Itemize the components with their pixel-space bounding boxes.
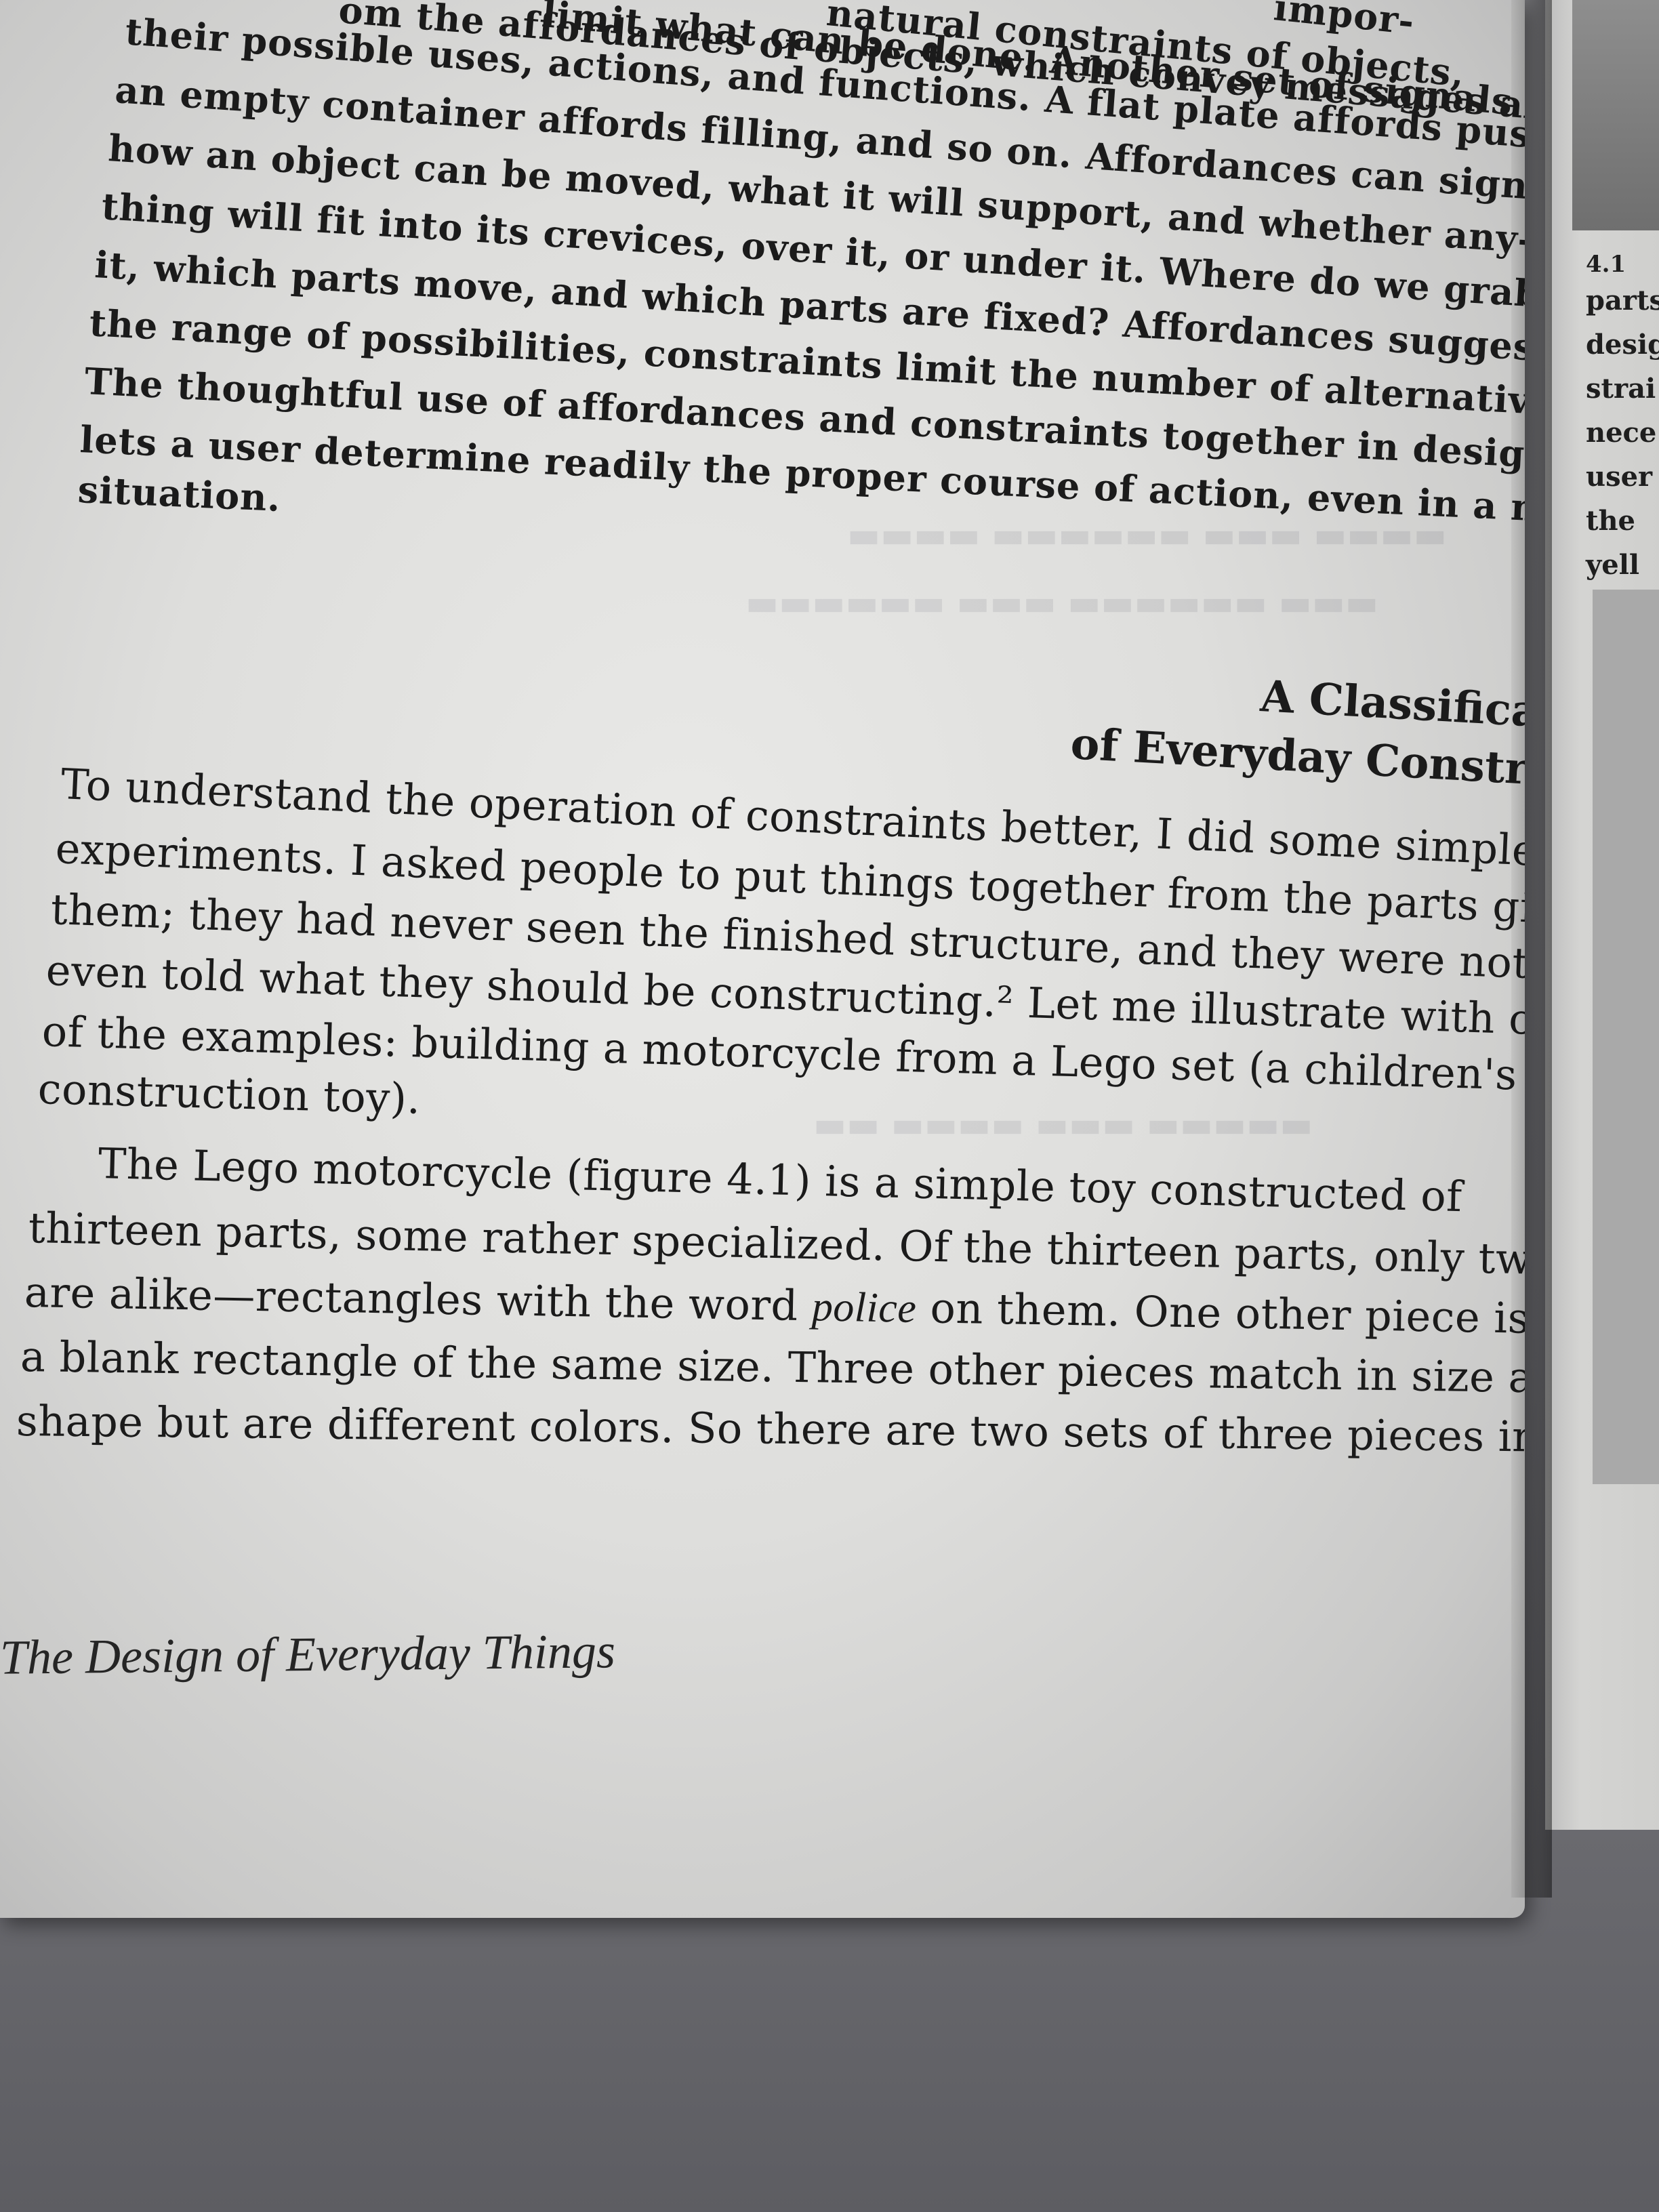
margin-word: nece bbox=[1586, 417, 1657, 449]
margin-word: yell bbox=[1586, 549, 1640, 581]
text-run: on them. One other piece is bbox=[916, 1282, 1525, 1343]
photo-scene: 4.1 parts desig strai nece user the yell… bbox=[0, 0, 1659, 2212]
figure-edge bbox=[1593, 590, 1659, 1484]
paragraph-line: a blank rectangle of the same size. Thre… bbox=[20, 1332, 1525, 1404]
page-shadow-band bbox=[1572, 0, 1659, 230]
margin-figure-number: 4.1 bbox=[1586, 251, 1626, 278]
running-footer-title: The Design of Everyday Things bbox=[0, 1624, 616, 1685]
text-run: are alike—rectangles with the word bbox=[24, 1267, 813, 1331]
paragraph-line: shape but are different colors. So there… bbox=[16, 1396, 1525, 1462]
adjacent-page: 4.1 parts desig strai nece user the yell bbox=[1545, 0, 1659, 1830]
margin-word: strai bbox=[1586, 373, 1656, 405]
margin-word: user bbox=[1586, 461, 1653, 493]
book-page: ▬▬▬▬ ▬▬▬ ▬▬▬▬▬▬ ▬▬▬▬ ▬▬▬ ▬▬▬▬▬▬ ▬▬▬ ▬▬▬▬… bbox=[0, 0, 1525, 1918]
margin-word: parts bbox=[1586, 285, 1659, 316]
margin-word: desig bbox=[1586, 329, 1659, 361]
margin-word: the bbox=[1586, 505, 1636, 537]
page-gutter-shadow bbox=[1511, 0, 1552, 1898]
italic-word: police bbox=[811, 1284, 917, 1332]
